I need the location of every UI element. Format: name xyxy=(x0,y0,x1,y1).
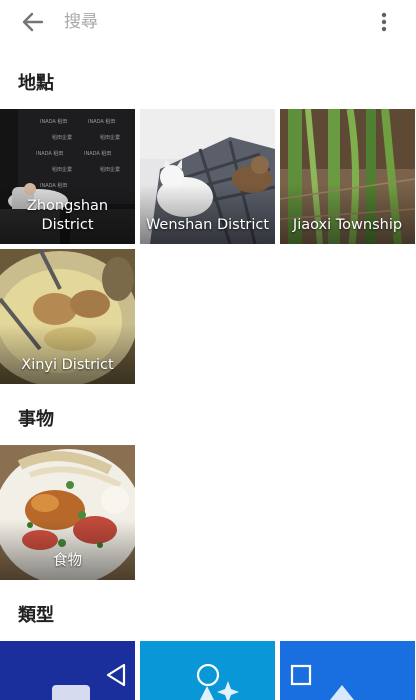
thing-label: 食物 xyxy=(53,553,82,569)
place-tile-xinyi[interactable]: Xinyi District xyxy=(0,249,135,384)
label-shade xyxy=(280,184,415,244)
more-options-button[interactable] xyxy=(374,10,394,34)
place-label: Xinyi District xyxy=(21,357,114,373)
svg-text:稻田企業: 稻田企業 xyxy=(52,166,72,173)
label-shade xyxy=(0,520,135,580)
thing-tile-food[interactable]: 食物 xyxy=(0,445,135,580)
back-button[interactable] xyxy=(20,10,46,34)
square-recents-icon xyxy=(290,664,312,686)
nav-back-button[interactable] xyxy=(104,662,130,688)
svg-text:稻田企業: 稻田企業 xyxy=(100,134,120,141)
more-vert-icon xyxy=(381,12,387,32)
svg-text:稻田企業: 稻田企業 xyxy=(52,134,72,141)
arrow-back-icon xyxy=(22,12,44,32)
svg-text:INADA 稻田: INADA 稻田 xyxy=(88,118,115,125)
place-label: Wenshan District xyxy=(145,217,270,233)
place-label: Jiaoxi Township xyxy=(292,217,403,233)
place-tile-zhongshan[interactable]: INADA 稻田 INADA 稻田 稻田企業 稻田企業 INADA 稻田 INA… xyxy=(0,109,135,244)
svg-text:稻田企業: 稻田企業 xyxy=(100,166,120,173)
section-title-types: 類型 xyxy=(18,605,54,626)
top-app-bar xyxy=(0,0,416,44)
section-title-places: 地點 xyxy=(18,73,54,94)
svg-text:INADA 稻田: INADA 稻田 xyxy=(36,150,63,157)
place-tile-jiaoxi[interactable]: Jiaoxi Township xyxy=(280,109,415,244)
section-title-things: 事物 xyxy=(18,409,54,430)
circle-home-icon xyxy=(196,663,220,687)
label-shade xyxy=(0,324,135,384)
nav-home-button[interactable] xyxy=(195,662,221,688)
search-input[interactable] xyxy=(64,9,354,35)
svg-text:INADA 稻田: INADA 稻田 xyxy=(40,118,67,125)
place-label: Zhongshan District xyxy=(26,198,109,233)
label-shade xyxy=(140,184,275,244)
place-tile-wenshan[interactable]: Wenshan District xyxy=(140,109,275,244)
triangle-back-icon xyxy=(106,663,126,687)
nav-recents-button[interactable] xyxy=(288,662,314,688)
svg-text:INADA 稻田: INADA 稻田 xyxy=(84,150,111,157)
